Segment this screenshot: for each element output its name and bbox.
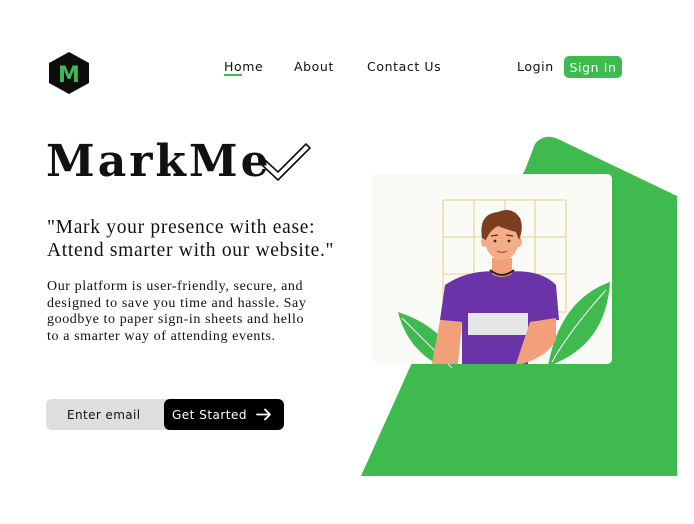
tagline: "Mark your presence with ease: Attend sm… [47, 216, 334, 262]
get-started-label: Get Started [172, 407, 248, 422]
brand-title: MarkMe [46, 136, 272, 187]
description-line: to a smarter way of attending events. [47, 328, 276, 344]
description-line: goodbye to paper sign-in sheets and hell… [47, 312, 305, 327]
get-started-button[interactable]: Get Started [164, 399, 284, 430]
hexagon-logo-icon[interactable]: M [48, 51, 90, 95]
description-line: designed to save you time and hassle. Sa… [47, 295, 307, 311]
tagline-line-1: "Mark your presence with ease: [47, 217, 316, 238]
nav-active-indicator [224, 74, 242, 76]
description-line: Our platform is user-friendly, secure, a… [47, 279, 304, 294]
person-with-grid-illustration [361, 136, 677, 477]
arrow-right-icon [256, 408, 271, 421]
tagline-line-2: Attend smarter with our website." [47, 240, 335, 261]
nav-about[interactable]: About [294, 59, 334, 74]
email-field-wrapper [46, 399, 176, 430]
description: Our platform is user-friendly, secure, a… [47, 279, 347, 345]
sign-in-button[interactable]: Sign In [564, 56, 622, 78]
email-input[interactable] [46, 406, 176, 423]
nav-contact-us[interactable]: Contact Us [367, 59, 441, 74]
nav-home[interactable]: Home [224, 59, 263, 74]
login-link[interactable]: Login [517, 59, 554, 74]
checkmark-icon [260, 143, 311, 181]
sign-in-label: Sign In [569, 59, 617, 75]
logo-letter: M [58, 63, 80, 88]
